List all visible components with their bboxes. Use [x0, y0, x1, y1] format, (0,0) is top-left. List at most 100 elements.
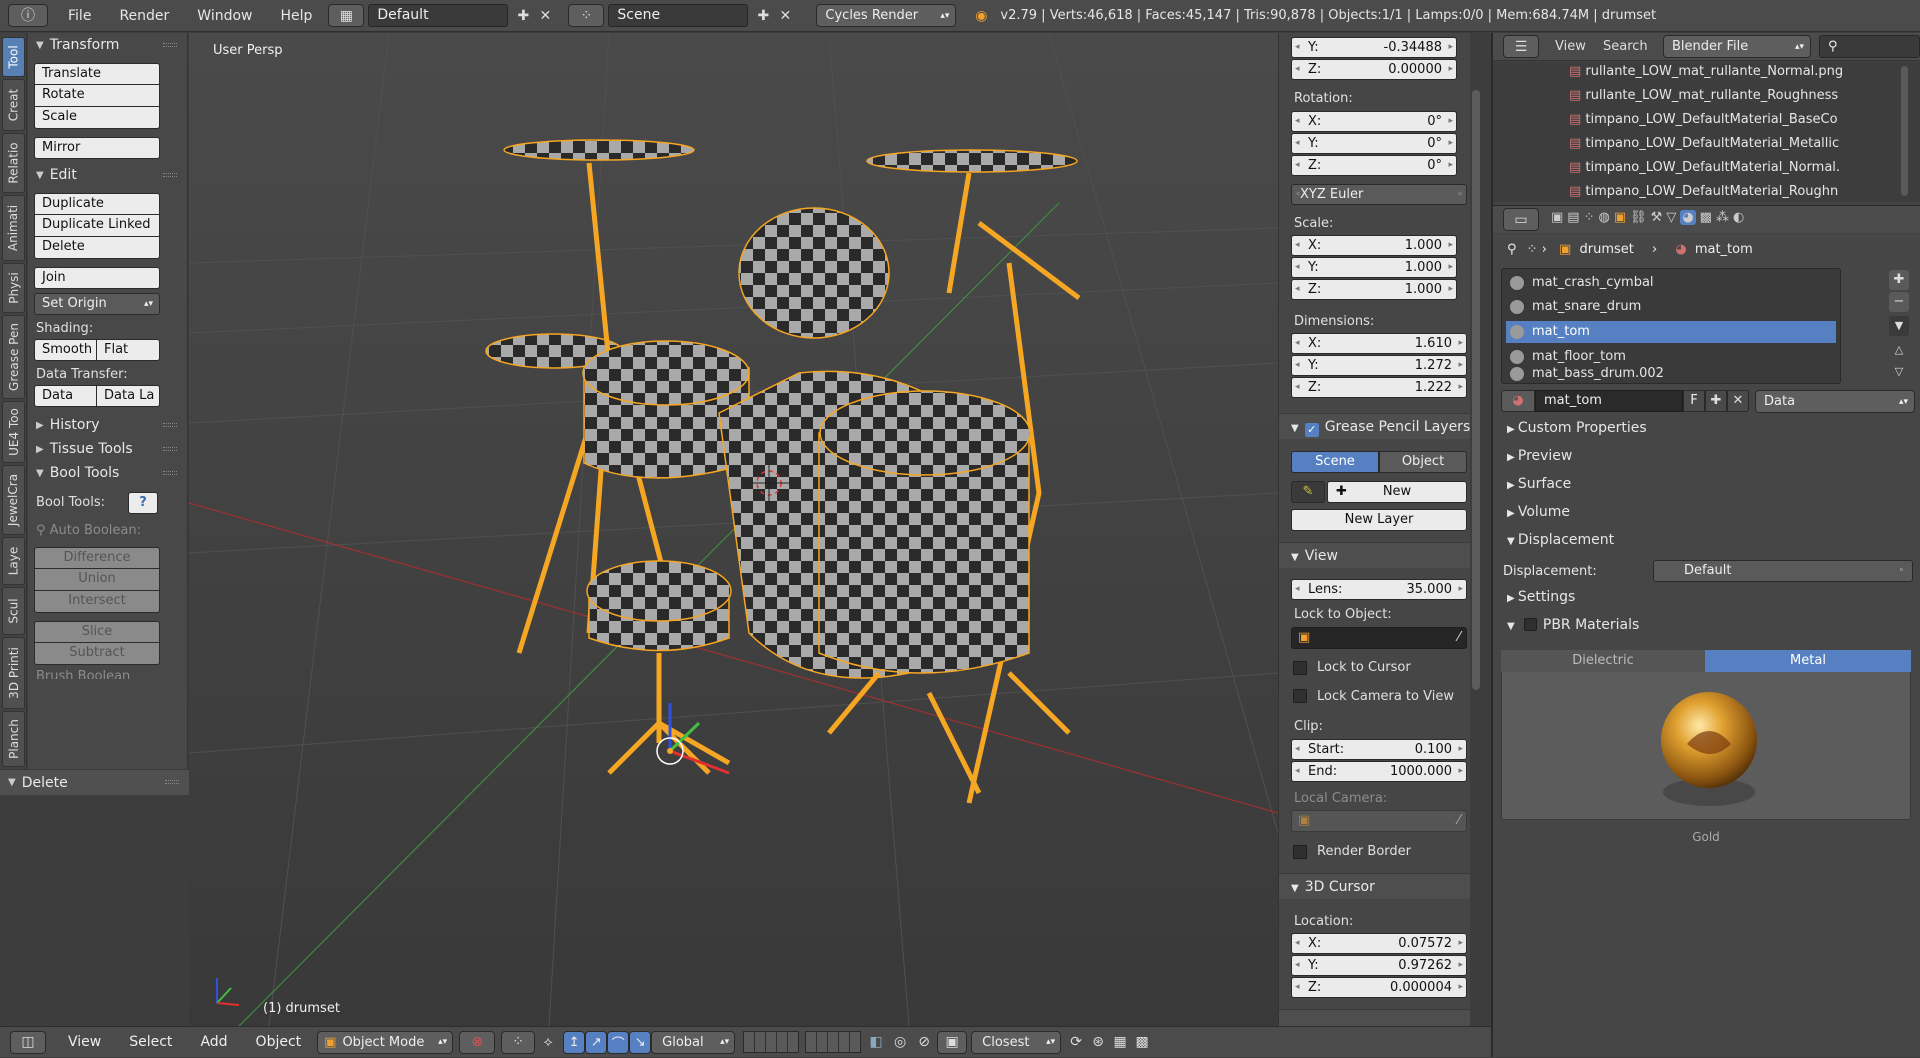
clip-start-field[interactable]: Start:0.100	[1291, 739, 1467, 760]
outliner-editor-button[interactable]: ☰	[1503, 35, 1539, 58]
pivot-select[interactable]: ⁘	[501, 1030, 536, 1054]
lock-object-field[interactable]: ▣ ⁄	[1291, 627, 1467, 649]
clip-end-field[interactable]: End:1000.000	[1291, 761, 1467, 782]
world-tab-icon[interactable]: ◍	[1599, 210, 1610, 225]
snap-project-icon[interactable]: ⊛	[1089, 1033, 1107, 1051]
outliner-search-field[interactable]: ⚲	[1819, 35, 1920, 58]
displacement-panel-header[interactable]: ▼ Displacement	[1507, 532, 1614, 548]
material-name-field[interactable]: mat_tom	[1535, 390, 1683, 412]
intersect-button[interactable]: Intersect	[34, 591, 160, 613]
pin-icon[interactable]: ⚲	[1507, 242, 1517, 257]
render-animation-icon[interactable]: ▩	[1133, 1033, 1151, 1051]
lens-field[interactable]: Lens:35.000	[1291, 579, 1467, 600]
scale-manipulator-icon-2[interactable]: ↘	[629, 1030, 652, 1054]
gp-scene-button[interactable]: Scene	[1291, 451, 1379, 473]
history-panel-header[interactable]: ▶ History	[28, 413, 187, 437]
tab-relations[interactable]: Relatio	[2, 133, 25, 193]
remove-slot-button[interactable]: −	[1889, 292, 1909, 312]
scene-tab-icon[interactable]: ⁘	[1584, 210, 1595, 225]
particles-tab-icon[interactable]: ⁂	[1716, 210, 1729, 225]
fake-user-button[interactable]: F	[1683, 390, 1705, 412]
modifiers-tab-icon[interactable]: ⚒	[1651, 210, 1663, 225]
layout-icon-button[interactable]: ▦	[328, 4, 365, 27]
texture-tab-icon[interactable]: ▩	[1700, 210, 1712, 225]
help-icon[interactable]: ?	[128, 492, 158, 514]
cursor-x-field[interactable]: X:0.07572	[1291, 933, 1467, 954]
tab-animation[interactable]: Animati	[2, 195, 25, 261]
eyedropper-icon[interactable]: ⁄	[1458, 813, 1460, 828]
editor-type-button[interactable]: ◫	[10, 1030, 46, 1054]
render-layers-tab-icon[interactable]: ▤	[1567, 210, 1579, 225]
tab-ue4-tools[interactable]: UE4 Too	[2, 401, 25, 463]
rotation-mode-select[interactable]: XYZ Euler	[1291, 184, 1467, 205]
transform-panel-header[interactable]: ▼ Transform	[28, 33, 187, 57]
outliner-item[interactable]: ▤ timpano_LOW_DefaultMaterial_Normal.	[1569, 160, 1859, 180]
menu-view[interactable]: View	[54, 1026, 115, 1058]
drumset-object[interactable]	[485, 139, 1081, 804]
add-scene-icon[interactable]: ✚	[754, 7, 772, 25]
edit-panel-header[interactable]: ▼ Edit	[28, 163, 187, 187]
outliner-item[interactable]: ▤ timpano_LOW_DefaultMaterial_Roughn	[1569, 184, 1859, 202]
material-slot-item[interactable]: mat_snare_drum	[1506, 297, 1836, 317]
grip-icon[interactable]	[163, 471, 177, 475]
difference-button[interactable]: Difference	[34, 547, 160, 569]
gp-new-layer-button[interactable]: New Layer	[1291, 509, 1467, 531]
pbr-materials-panel-header[interactable]: ▼ PBR Materials	[1507, 617, 1639, 633]
set-origin-select[interactable]: Set Origin ▴▾	[34, 293, 160, 315]
union-button[interactable]: Union	[34, 569, 160, 591]
lock-to-cursor-checkbox[interactable]	[1293, 661, 1307, 675]
mirror-button[interactable]: Mirror	[34, 137, 160, 159]
shading-select[interactable]: ⊗	[459, 1030, 496, 1054]
scale-x-field[interactable]: X:1.000	[1291, 235, 1457, 256]
material-slot-item-selected[interactable]: mat_tom	[1506, 321, 1836, 343]
data-transfer-button[interactable]: Data	[34, 385, 97, 407]
gp-pencil-icon[interactable]: ✎	[1291, 481, 1325, 503]
outliner-item[interactable]: ▤ timpano_LOW_DefaultMaterial_BaseCo	[1569, 112, 1859, 132]
scale-y-field[interactable]: Y:1.000	[1291, 257, 1457, 278]
smooth-button[interactable]: Smooth	[34, 339, 97, 361]
move-up-button[interactable]: △	[1889, 340, 1909, 360]
tab-jewelcraft[interactable]: JewelCra	[2, 465, 25, 535]
mode-select[interactable]: ▣ Object Mode ▴▾	[317, 1030, 454, 1054]
material-browse-button[interactable]: ◕	[1501, 390, 1535, 412]
cursor-y-field[interactable]: Y:0.97262	[1291, 955, 1467, 976]
gp-object-button[interactable]: Object	[1379, 451, 1467, 473]
remove-layout-icon[interactable]: ✕	[536, 7, 554, 25]
outliner-display-mode-select[interactable]: Blender File ▴▾	[1663, 35, 1811, 58]
outliner-item[interactable]: ▤ rullante_LOW_mat_rullante_Normal.png	[1569, 64, 1859, 84]
material-slot-item[interactable]: mat_bass_drum.002	[1506, 365, 1836, 383]
material-slot-item[interactable]: mat_crash_cymbal	[1506, 273, 1836, 293]
data-tab-icon[interactable]: ▽	[1666, 210, 1676, 225]
displacement-field[interactable]: Default ◦	[1653, 560, 1913, 582]
dimensions-x-field[interactable]: X:1.610	[1291, 333, 1467, 354]
grip-icon[interactable]	[163, 447, 177, 451]
last-operator-panel-header[interactable]: ▼ Delete	[0, 769, 189, 795]
lock-layers-icon[interactable]: ◧	[867, 1033, 885, 1051]
duplicate-button[interactable]: Duplicate	[34, 193, 160, 215]
3d-viewport[interactable]: User Persp (1) drumset	[189, 33, 1278, 1026]
volume-panel-header[interactable]: ▶ Volume	[1507, 504, 1570, 520]
dielectric-tab[interactable]: Dielectric	[1501, 650, 1705, 672]
render-tab-icon[interactable]: ▣	[1551, 210, 1563, 225]
grip-icon[interactable]	[163, 43, 177, 47]
scale-button[interactable]: Scale	[34, 107, 160, 129]
render-engine-select[interactable]: Cycles Render ▴▾	[816, 4, 957, 27]
location-y-field[interactable]: Y:-0.34488	[1291, 37, 1457, 58]
tab-planch[interactable]: Planch	[2, 711, 25, 767]
menu-select[interactable]: Select	[115, 1026, 186, 1058]
transform-orientation-select[interactable]: Global ▴▾	[651, 1030, 736, 1054]
add-layout-icon[interactable]: ✚	[514, 7, 532, 25]
grease-pencil-panel-header[interactable]: ▼ ✓ Grease Pencil Layers	[1279, 413, 1470, 439]
object-tab-icon[interactable]: ▣	[1614, 210, 1626, 225]
snap-target-select[interactable]: Closest ▴▾	[971, 1030, 1062, 1054]
outliner-view-menu[interactable]: View	[1555, 39, 1586, 54]
scale-z-field[interactable]: Z:1.000	[1291, 279, 1457, 300]
proportional-edit-icon[interactable]: ◎	[891, 1033, 909, 1051]
manipulator-toggle-icon[interactable]: ⟡	[539, 1033, 557, 1051]
render-image-icon[interactable]: ▦	[1111, 1033, 1129, 1051]
remove-scene-icon[interactable]: ✕	[776, 7, 794, 25]
layer-buttons[interactable]	[743, 1031, 800, 1053]
rotation-x-field[interactable]: X:0°	[1291, 111, 1457, 132]
scene-field[interactable]: Scene	[608, 4, 749, 27]
duplicate-linked-button[interactable]: Duplicate Linked	[34, 215, 160, 237]
